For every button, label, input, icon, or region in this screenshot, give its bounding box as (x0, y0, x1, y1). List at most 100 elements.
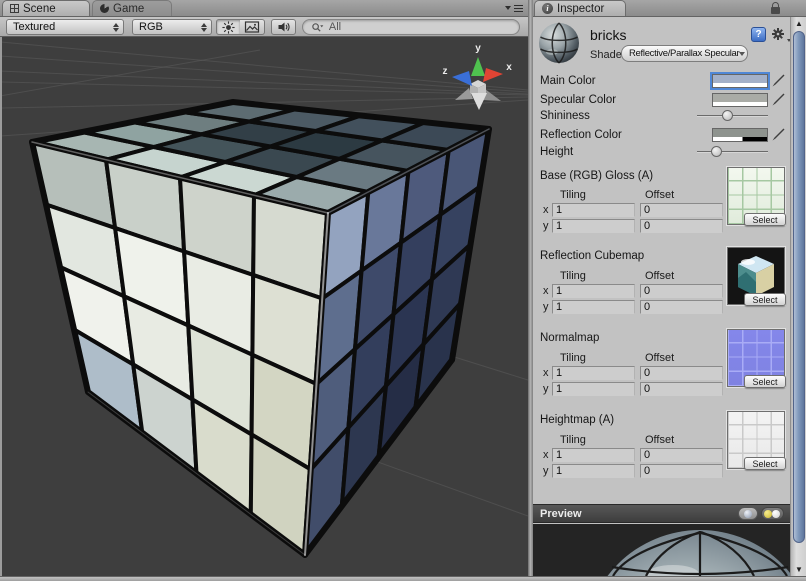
x-axis-label: x (543, 367, 549, 379)
x-axis-label: x (543, 285, 549, 297)
svg-text:y: y (475, 43, 481, 54)
tiling-header: Tiling (560, 352, 586, 364)
tab-scene[interactable]: Scene (2, 0, 90, 16)
inspector-scrollbar[interactable]: ▲ ▼ (790, 17, 806, 576)
normalmap-tiling-x-field[interactable] (552, 366, 635, 380)
speaker-icon (276, 20, 292, 34)
shininess-slider[interactable] (697, 109, 768, 123)
tab-game-label: Game (113, 3, 144, 15)
preview-lighting-button[interactable] (761, 507, 784, 520)
height-slider[interactable] (697, 145, 768, 159)
color-mode-label: RGB (139, 21, 197, 33)
x-axis-label: x (543, 204, 549, 216)
tiling-header: Tiling (560, 189, 586, 201)
search-icon (311, 21, 324, 34)
scene-3d-view[interactable]: yzx (2, 37, 528, 576)
property-specular-color: Specular Color (540, 92, 785, 108)
property-label: Main Color (540, 75, 712, 87)
lock-icon[interactable] (771, 7, 780, 14)
y-axis-label: y (543, 301, 549, 313)
normalmap-offset-x-field[interactable] (640, 366, 723, 380)
search-input[interactable] (327, 20, 511, 34)
y-axis-label: y (543, 220, 549, 232)
scene-panel-menu[interactable] (505, 5, 523, 12)
inspector-panel: i Inspector (533, 0, 806, 576)
scene-search-field[interactable] (302, 19, 520, 35)
gear-icon (771, 27, 785, 41)
material-name: bricks (590, 27, 627, 43)
chevron-down-icon (505, 6, 511, 10)
scrollbar-down-arrow[interactable]: ▼ (791, 563, 806, 576)
gear-menu-button[interactable] (771, 27, 787, 43)
property-label: Specular Color (540, 94, 712, 106)
eyedropper-icon[interactable] (771, 93, 785, 107)
svg-text:x: x (506, 62, 512, 73)
tab-game[interactable]: Game (92, 0, 172, 16)
render-mode-dropdown[interactable]: Textured (6, 19, 124, 35)
sun-icon (221, 20, 236, 35)
heightmap-offset-y-field[interactable] (640, 464, 723, 478)
scene-grid-icon (10, 4, 19, 13)
eyedropper-icon[interactable] (771, 74, 785, 88)
gloss-tiling-y-field[interactable] (552, 219, 635, 233)
normalmap-tiling-y-field[interactable] (552, 382, 635, 396)
scrollbar-up-arrow[interactable]: ▲ (791, 17, 806, 30)
tiling-header: Tiling (560, 434, 586, 446)
gloss-offset-x-field[interactable] (640, 203, 723, 217)
color-mode-dropdown[interactable]: RGB (132, 19, 212, 35)
eyedropper-icon[interactable] (771, 128, 785, 142)
inspector-tabstrip: i Inspector (533, 0, 806, 17)
section-title: Base (RGB) Gloss (A) (540, 170, 653, 182)
preview-header[interactable]: Preview (533, 504, 790, 523)
shader-value: Reflective/Parallax Specular (629, 48, 739, 59)
cubemap-tiling-y-field[interactable] (552, 300, 635, 314)
section-title: Normalmap (540, 332, 599, 344)
preview-area[interactable] (533, 524, 790, 576)
inspector-content: bricks Shader Reflective/Parallax Specul… (533, 17, 790, 504)
updown-arrows-icon (201, 23, 207, 32)
property-height: Height (540, 144, 785, 160)
preview-shape-button[interactable] (738, 507, 758, 520)
slider-track (697, 151, 768, 153)
property-reflection-color: Reflection Color (540, 127, 785, 143)
heightmap-tiling-x-field[interactable] (552, 448, 635, 462)
slider-knob[interactable] (722, 110, 733, 121)
heightmap-select-button[interactable]: Select (744, 457, 786, 470)
skybox-toggle-button[interactable] (240, 19, 265, 35)
hamburger-icon (514, 5, 523, 12)
lighting-toggle-button[interactable] (216, 19, 241, 35)
updown-arrows-icon (113, 23, 119, 32)
cubemap-tiling-x-field[interactable] (552, 284, 635, 298)
property-main-color: Main Color (540, 73, 785, 89)
specular-color-swatch[interactable] (712, 93, 768, 107)
slider-knob[interactable] (711, 146, 722, 157)
normalmap-select-button[interactable]: Select (744, 375, 786, 388)
gloss-offset-y-field[interactable] (640, 219, 723, 233)
x-axis-label: x (543, 449, 549, 461)
offset-header: Offset (645, 434, 674, 446)
reflection-color-swatch[interactable] (712, 128, 768, 142)
image-icon (244, 20, 260, 34)
shader-dropdown[interactable]: Reflective/Parallax Specular (621, 45, 748, 62)
game-icon (100, 4, 109, 13)
scene-tabstrip: Scene Game (0, 0, 528, 17)
y-axis-label: y (543, 465, 549, 477)
cubemap-offset-x-field[interactable] (640, 284, 723, 298)
sphere-icon (744, 510, 752, 518)
scene-viewport[interactable]: yzx (0, 37, 528, 576)
main-color-swatch[interactable] (712, 74, 768, 88)
gloss-tiling-x-field[interactable] (552, 203, 635, 217)
cubemap-offset-y-field[interactable] (640, 300, 723, 314)
heightmap-offset-x-field[interactable] (640, 448, 723, 462)
audio-toggle-button[interactable] (271, 19, 296, 35)
gloss-select-button[interactable]: Select (744, 213, 786, 226)
normalmap-offset-y-field[interactable] (640, 382, 723, 396)
scrollbar-thumb[interactable] (793, 31, 805, 543)
cubemap-select-button[interactable]: Select (744, 293, 786, 306)
tab-inspector[interactable]: i Inspector (534, 0, 626, 16)
offset-header: Offset (645, 352, 674, 364)
section-title: Heightmap (A) (540, 414, 614, 426)
heightmap-tiling-y-field[interactable] (552, 464, 635, 478)
material-sphere-icon (538, 22, 580, 64)
help-icon[interactable]: ? (751, 27, 766, 42)
